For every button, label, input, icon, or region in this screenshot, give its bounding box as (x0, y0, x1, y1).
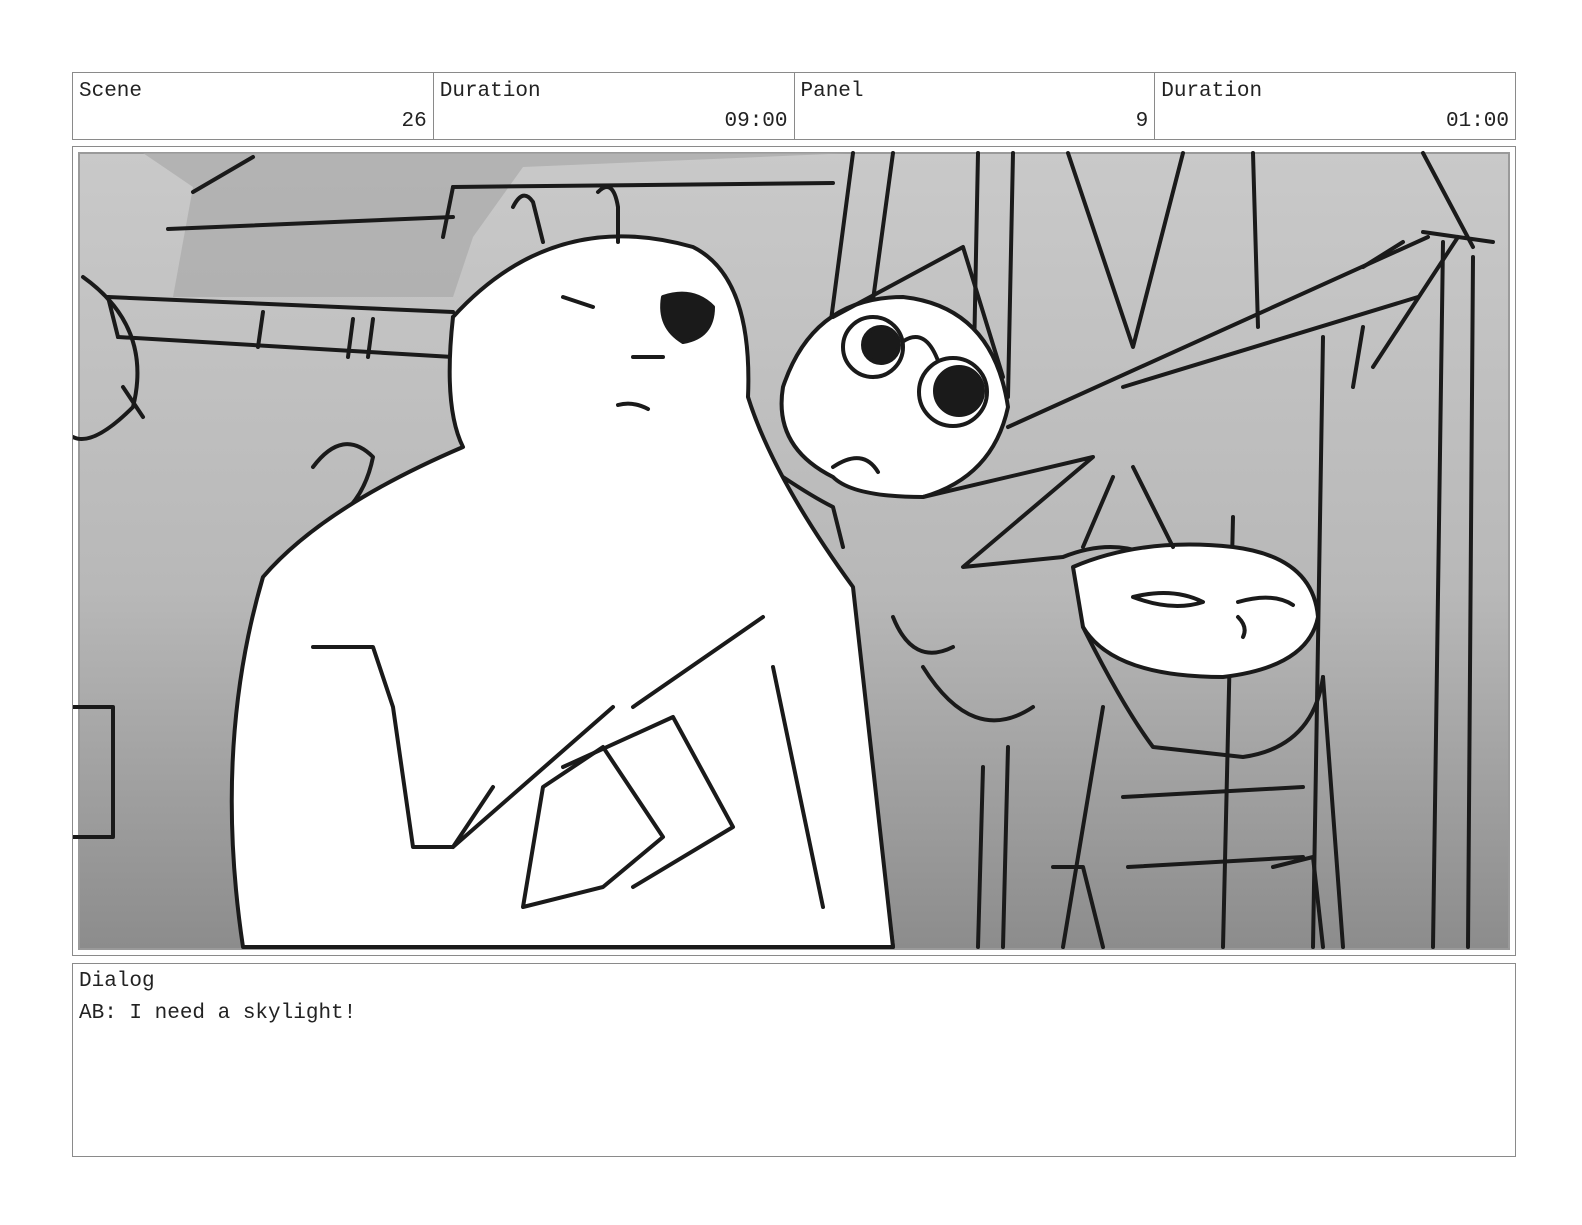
panel-duration-label: Duration (1161, 80, 1263, 103)
dialog-label: Dialog (79, 970, 155, 993)
panel-duration-value: 01:00 (1445, 110, 1509, 133)
panel-cell: Panel 9 (795, 73, 1156, 139)
scene-number: 26 (401, 110, 427, 133)
scene-duration-label: Duration (439, 80, 541, 103)
panel-label: Panel (800, 80, 864, 103)
storyboard-sketch-drawing (73, 147, 1515, 955)
scene-duration-value: 09:00 (724, 110, 788, 133)
scene-label: Scene (79, 80, 143, 103)
dialog-text: AB: I need a skylight! (79, 1002, 357, 1025)
scene-duration-cell: Duration 09:00 (434, 73, 795, 139)
dialog-box: Dialog AB: I need a skylight! (72, 963, 1516, 1157)
panel-duration-cell: Duration 01:00 (1155, 73, 1515, 139)
storyboard-header: Scene 26 Duration 09:00 Panel 9 Duration… (72, 72, 1516, 140)
scene-cell: Scene 26 (73, 73, 434, 139)
storyboard-panel-image (72, 146, 1516, 956)
panel-number: 9 (1135, 110, 1149, 133)
